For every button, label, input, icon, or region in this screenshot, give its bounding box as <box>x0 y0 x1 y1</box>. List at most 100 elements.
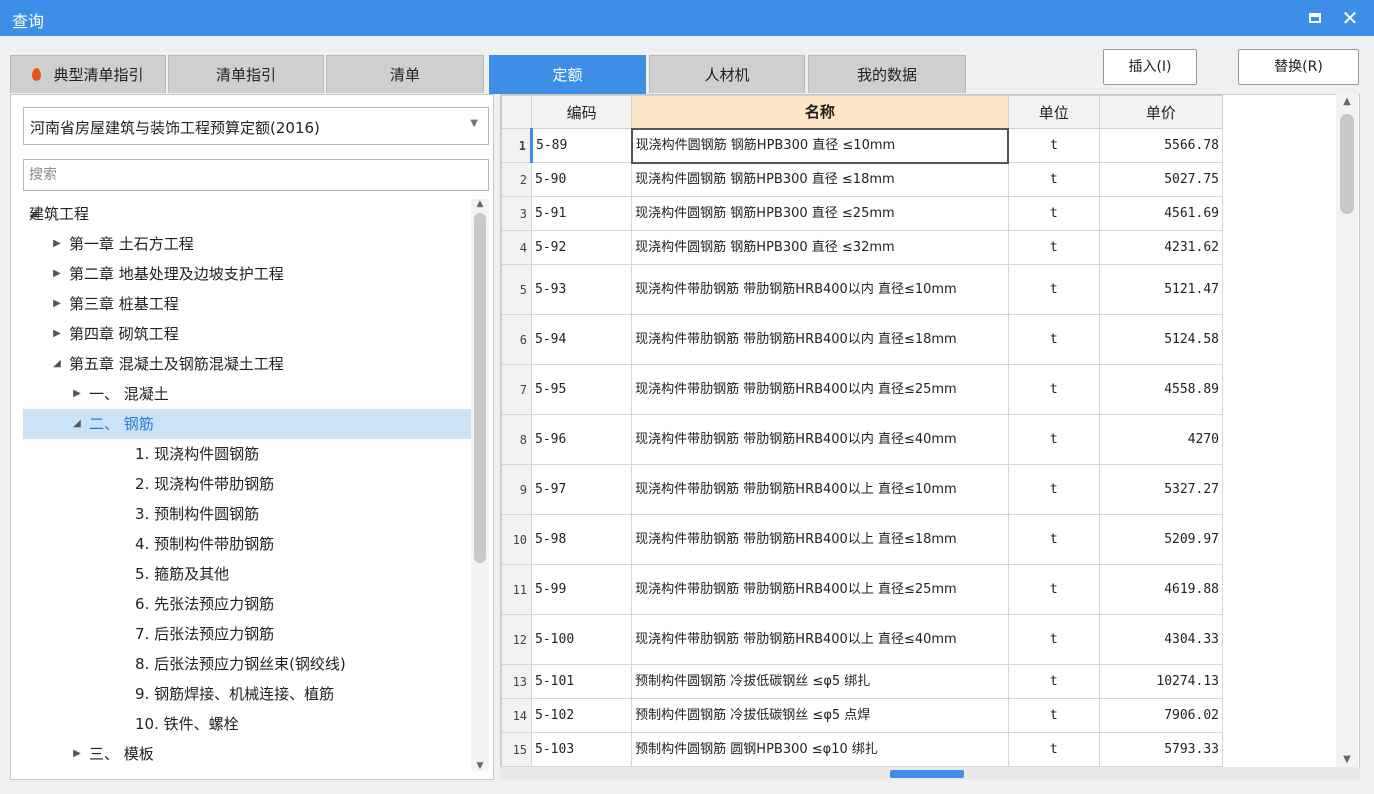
cell-price[interactable]: 5327.27 <box>1098 464 1224 515</box>
scroll-thumb[interactable] <box>1340 114 1354 214</box>
cell-code[interactable]: 5-98 <box>531 514 633 565</box>
scroll-down-icon[interactable]: ▼ <box>1336 754 1358 765</box>
table-row[interactable]: 6 5-94 现浇构件带肋钢筋 带肋钢筋HRB400以内 直径≤18mm t 5124.… <box>501 314 1224 365</box>
cell-price[interactable]: 4619.88 <box>1098 564 1224 615</box>
table-row[interactable]: 11 5-99 现浇构件带肋钢筋 带肋钢筋HRB400以上 直径≤25mm t 4619… <box>501 564 1224 615</box>
cell-code[interactable]: 5-94 <box>531 314 633 365</box>
cell-code[interactable]: 5-89 <box>531 128 633 163</box>
tree-node[interactable]: 7. 后张法预应力钢筋 <box>23 619 471 649</box>
cell-price[interactable]: 5793.33 <box>1098 732 1224 767</box>
cell-code[interactable]: 5-95 <box>531 364 633 415</box>
cell-price[interactable]: 5027.75 <box>1098 162 1224 197</box>
cell-unit[interactable]: t <box>1007 314 1100 365</box>
cell-name[interactable]: 预制构件圆钢筋 冷拔低碳钢丝 ≤φ5 点焊 <box>631 698 1009 733</box>
table-row[interactable]: 8 5-96 现浇构件带肋钢筋 带肋钢筋HRB400以内 直径≤40mm t 4270 <box>501 414 1224 465</box>
tree-node[interactable]: 4. 预制构件带肋钢筋 <box>23 529 471 559</box>
cell-unit[interactable]: t <box>1007 414 1100 465</box>
cell-price[interactable]: 4561.69 <box>1098 196 1224 231</box>
cell-name[interactable]: 预制构件圆钢筋 圆钢HPB300 ≤φ10 绑扎 <box>631 732 1009 767</box>
collapse-icon[interactable]: ◢ <box>71 409 83 439</box>
cell-code[interactable]: 5-103 <box>531 732 633 767</box>
cell-name[interactable]: 现浇构件带肋钢筋 带肋钢筋HRB400以上 直径≤18mm <box>631 514 1009 565</box>
cell-unit[interactable]: t <box>1007 564 1100 615</box>
table-row[interactable]: 1 5-89 现浇构件圆钢筋 钢筋HPB300 直径 ≤10mm t 5566.78 <box>501 127 1224 164</box>
tab-labor-material-machine[interactable]: 人材机 <box>649 55 805 93</box>
column-header-code[interactable]: 编码 <box>531 95 633 129</box>
table-row[interactable]: 13 5-101 预制构件圆钢筋 冷拔低碳钢丝 ≤φ5 绑扎 t 10274.13 <box>501 664 1224 699</box>
cell-code[interactable]: 5-90 <box>531 162 633 197</box>
cell-unit[interactable]: t <box>1007 464 1100 515</box>
column-header-unit[interactable]: 单位 <box>1007 95 1100 129</box>
expand-icon[interactable]: ▶ <box>51 259 63 289</box>
column-header-price[interactable]: 单价 <box>1098 95 1224 129</box>
cell-code[interactable]: 5-100 <box>531 614 633 665</box>
cell-name[interactable]: 现浇构件圆钢筋 钢筋HPB300 直径 ≤18mm <box>631 162 1009 197</box>
cell-code[interactable]: 5-91 <box>531 196 633 231</box>
replace-button[interactable]: 替换(R) <box>1238 49 1359 85</box>
expand-icon[interactable]: ▶ <box>51 319 63 349</box>
cell-price[interactable]: 7906.02 <box>1098 698 1224 733</box>
cell-code[interactable]: 5-93 <box>531 264 633 315</box>
cell-name[interactable]: 现浇构件带肋钢筋 带肋钢筋HRB400以内 直径≤10mm <box>631 264 1009 315</box>
cell-code[interactable]: 5-102 <box>531 698 633 733</box>
cell-code[interactable]: 5-97 <box>531 464 633 515</box>
cell-price[interactable]: 4304.33 <box>1098 614 1224 665</box>
tree-node[interactable]: 2. 现浇构件带肋钢筋 <box>23 469 471 499</box>
table-row[interactable]: 10 5-98 现浇构件带肋钢筋 带肋钢筋HRB400以上 直径≤18mm t 5209… <box>501 514 1224 565</box>
cell-price[interactable]: 5209.97 <box>1098 514 1224 565</box>
table-row[interactable]: 4 5-92 现浇构件圆钢筋 钢筋HPB300 直径 ≤32mm t 4231.62 <box>501 230 1224 265</box>
table-row[interactable]: 12 5-100 现浇构件带肋钢筋 带肋钢筋HRB400以上 直径≤40mm t 430… <box>501 614 1224 665</box>
table-row[interactable]: 2 5-90 现浇构件圆钢筋 钢筋HPB300 直径 ≤18mm t 5027.75 <box>501 162 1224 197</box>
cell-unit[interactable]: t <box>1007 698 1100 733</box>
table-row[interactable]: 14 5-102 预制构件圆钢筋 冷拔低碳钢丝 ≤φ5 点焊 t 7906.02 <box>501 698 1224 733</box>
quota-book-select[interactable]: 河南省房屋建筑与装饰工程预算定额(2016) ▼ <box>23 107 489 145</box>
tab-bill-guide[interactable]: 清单指引 <box>168 55 324 93</box>
cell-unit[interactable]: t <box>1007 230 1100 265</box>
scroll-up-icon[interactable]: ▲ <box>1336 96 1358 107</box>
cell-name[interactable]: 现浇构件圆钢筋 钢筋HPB300 直径 ≤10mm <box>630 127 1010 164</box>
cell-unit[interactable]: t <box>1007 162 1100 197</box>
table-row[interactable]: 9 5-97 现浇构件带肋钢筋 带肋钢筋HRB400以上 直径≤10mm t 5327.… <box>501 464 1224 515</box>
cell-name[interactable]: 现浇构件圆钢筋 钢筋HPB300 直径 ≤32mm <box>631 230 1009 265</box>
tab-typical-bill-guide[interactable]: 典型清单指引 <box>10 55 166 93</box>
maximize-button[interactable] <box>1303 6 1327 30</box>
cell-unit[interactable]: t <box>1007 128 1100 163</box>
tree-node[interactable]: ▶ 第二章 地基处理及边坡支护工程 <box>23 259 471 289</box>
cell-code[interactable]: 5-101 <box>531 664 633 699</box>
scroll-handle[interactable] <box>890 770 964 778</box>
cell-unit[interactable]: t <box>1007 196 1100 231</box>
tab-quota[interactable]: 定额 <box>489 55 646 94</box>
cell-name[interactable]: 现浇构件圆钢筋 钢筋HPB300 直径 ≤25mm <box>631 196 1009 231</box>
cell-name[interactable]: 现浇构件带肋钢筋 带肋钢筋HRB400以上 直径≤40mm <box>631 614 1009 665</box>
tree-node[interactable]: 10. 铁件、螺栓 <box>23 709 471 739</box>
insert-button[interactable]: 插入(I) <box>1103 49 1197 85</box>
close-button[interactable]: ✕ <box>1338 6 1362 30</box>
tree-node[interactable]: 9. 钢筋焊接、机械连接、植筋 <box>23 679 471 709</box>
cell-unit[interactable]: t <box>1007 364 1100 415</box>
column-header-name[interactable]: 名称 <box>631 95 1009 129</box>
table-row[interactable]: 7 5-95 现浇构件带肋钢筋 带肋钢筋HRB400以内 直径≤25mm t 4558.… <box>501 364 1224 415</box>
cell-unit[interactable]: t <box>1007 614 1100 665</box>
cell-unit[interactable]: t <box>1007 732 1100 767</box>
cell-name[interactable]: 现浇构件带肋钢筋 带肋钢筋HRB400以内 直径≤18mm <box>631 314 1009 365</box>
tab-bill[interactable]: 清单 <box>326 55 484 93</box>
tree-scrollbar[interactable]: ▲ ▼ <box>471 199 489 771</box>
expand-icon[interactable]: ▶ <box>51 289 63 319</box>
tree-node[interactable]: 8. 后张法预应力钢丝束(钢绞线) <box>23 649 471 679</box>
cell-price[interactable]: 5124.58 <box>1098 314 1224 365</box>
cell-unit[interactable]: t <box>1007 514 1100 565</box>
cell-code[interactable]: 5-92 <box>531 230 633 265</box>
grid-vertical-scrollbar[interactable]: ▲ ▼ <box>1336 94 1358 767</box>
cell-price[interactable]: 4231.62 <box>1098 230 1224 265</box>
tree-node[interactable]: ◢ 建筑工程 <box>23 199 471 229</box>
tree-node[interactable]: 1. 现浇构件圆钢筋 <box>23 439 471 469</box>
tab-my-data[interactable]: 我的数据 <box>808 55 966 93</box>
tree-node[interactable]: ◢ 二、 钢筋 <box>23 409 471 439</box>
expand-icon[interactable]: ▶ <box>71 379 83 409</box>
cell-unit[interactable]: t <box>1007 264 1100 315</box>
tree-node[interactable]: 5. 箍筋及其他 <box>23 559 471 589</box>
table-row[interactable]: 15 5-103 预制构件圆钢筋 圆钢HPB300 ≤φ10 绑扎 t 5793.33 <box>501 732 1224 767</box>
cell-price[interactable]: 4270 <box>1098 414 1224 465</box>
scroll-down-icon[interactable]: ▼ <box>471 761 489 771</box>
cell-name[interactable]: 现浇构件带肋钢筋 带肋钢筋HRB400以上 直径≤25mm <box>631 564 1009 615</box>
